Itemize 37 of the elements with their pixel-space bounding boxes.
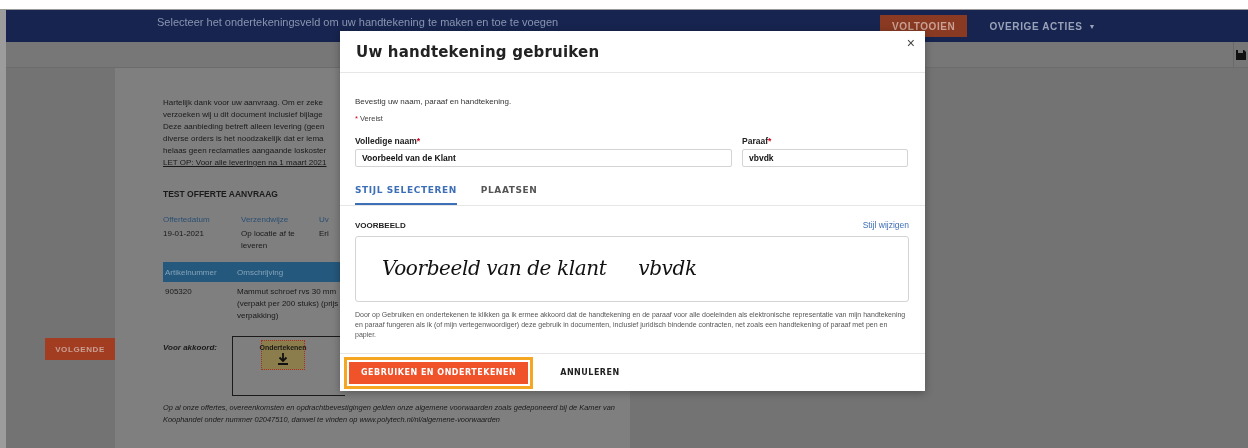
- table-cell-text: Mammut schroef rvs 30 mm (verpakt per 200 stuks) (prijs verpakking): [236, 286, 340, 322]
- change-style-link[interactable]: Stijl wijzigen: [862, 220, 909, 230]
- tab[interactable]: PLAATSEN: [480, 179, 538, 205]
- info-label: Uv: [319, 214, 330, 226]
- save-icon[interactable]: [1236, 49, 1246, 60]
- approval-label: Voor akkoord:: [163, 342, 218, 354]
- initials-text: vbvdk: [638, 256, 697, 280]
- text-field[interactable]: vbvdk: [742, 149, 908, 167]
- instruction-text: Bevestig uw naam, paraaf en handtekening.: [355, 97, 513, 106]
- letter-text-line: verzoeken wij u dit document inclusief bijlage: [163, 109, 323, 121]
- download-icon: [277, 353, 289, 365]
- signature-text: Voorbeeld van de klant: [382, 256, 607, 280]
- field-label: Paraaf: [742, 136, 768, 146]
- info-label: Offertedatum: [163, 214, 211, 226]
- letter-text-line: helaas geen reclamaties aangaande loskoster: [163, 145, 327, 157]
- info-label: Verzendwijze: [241, 214, 290, 226]
- document-heading: TEST OFFERTE AANVRAAG: [163, 188, 278, 200]
- info-value: 19-01-2021: [163, 228, 205, 240]
- required-mark: *: [768, 136, 772, 146]
- text-field[interactable]: Voorbeeld van de Klant: [355, 149, 732, 167]
- letter-text-line: Deze aanbieding betreft alleen levering (geen: [163, 121, 325, 133]
- preview-label: VOORBEELD: [355, 221, 406, 230]
- use-and-sign-button[interactable]: GEBRUIKEN EN ONDERTEKENEN: [349, 361, 529, 384]
- column-header: Omschrijving: [236, 267, 285, 277]
- letter-text-line: diverse orders is het noodzakelijk dat er iema: [163, 133, 324, 145]
- tab[interactable]: STIJL SELECTEREN: [355, 179, 457, 205]
- notice-text: LET OP: Voor alle leveringen na 1 maart 2021: [163, 157, 327, 169]
- dialog-title: Uw handtekening gebruiken: [356, 42, 600, 61]
- letter-text-line: Hartelijk dank voor uw aanvraag. Om er zeke: [163, 97, 324, 109]
- info-value: Op locatie af te leveren: [241, 228, 296, 252]
- field-label: Volledige naam: [355, 136, 417, 146]
- close-button[interactable]: ×: [902, 35, 919, 51]
- column-header: Artikelnummer: [164, 267, 218, 277]
- required-mark: *: [416, 136, 421, 146]
- info-value: Eri: [319, 228, 330, 240]
- table-cell-text: 905320: [164, 286, 193, 298]
- instruction-banner-text: Selecteer het ondertekeningsveld om uw handtekening te maken en toe te voegen: [157, 16, 559, 28]
